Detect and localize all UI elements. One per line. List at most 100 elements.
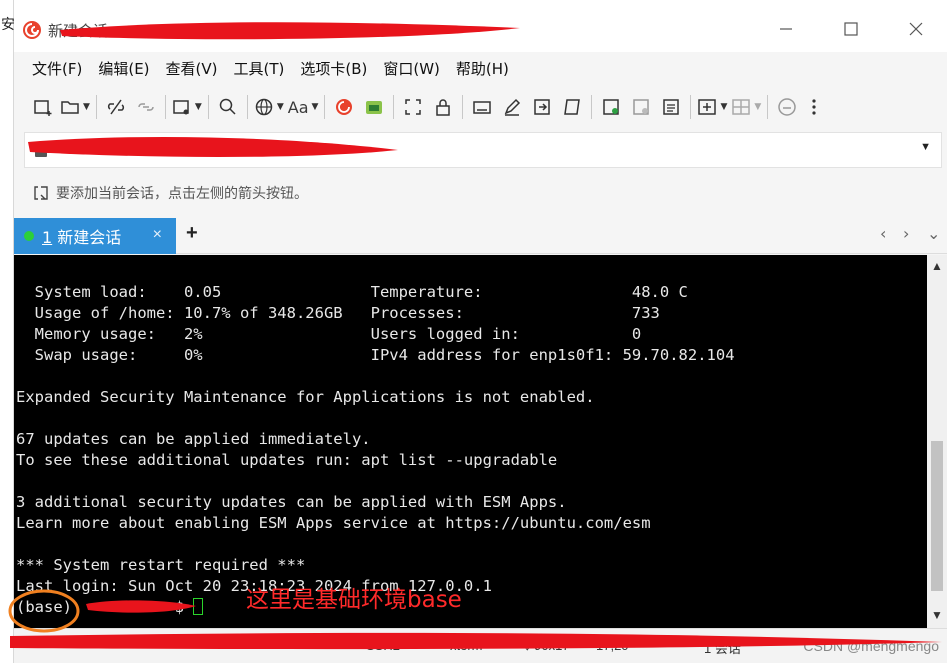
- disconnect-button[interactable]: [103, 93, 129, 121]
- lock-icon: [436, 99, 451, 116]
- terminal-line: Usage of /home: 10.7% of 348.26GB Proces…: [16, 304, 660, 322]
- more-button[interactable]: [804, 93, 824, 121]
- capture-button[interactable]: [628, 93, 654, 121]
- xshell-button[interactable]: [331, 93, 357, 121]
- new-session-icon: [34, 100, 52, 116]
- minimize-button[interactable]: [764, 14, 808, 44]
- compose-button[interactable]: [499, 93, 525, 121]
- encoding-button[interactable]: ▼: [254, 93, 284, 121]
- terminal-area[interactable]: System load: 0.05 Temperature: 48.0 C Us…: [14, 255, 927, 628]
- menu-help[interactable]: 帮助(H): [456, 58, 509, 79]
- new-tab-button[interactable]: ▼: [697, 93, 727, 121]
- keyboard-button[interactable]: [469, 93, 495, 121]
- background-window-edge: 安: [0, 0, 15, 663]
- menu-edit[interactable]: 编辑(E): [98, 58, 149, 79]
- new-session-button[interactable]: [30, 93, 56, 121]
- folder-open-icon: [61, 101, 79, 114]
- status-size: ↕ 90x17: [524, 638, 570, 653]
- address-bar[interactable]: ▼: [24, 132, 942, 168]
- menu-file[interactable]: 文件(F): [32, 58, 82, 79]
- reconnect-button[interactable]: [133, 93, 159, 121]
- minimize-icon: [780, 28, 792, 30]
- menu-view[interactable]: 查看(V): [166, 58, 218, 79]
- notes-button[interactable]: [658, 93, 684, 121]
- tab-scroll-left-button[interactable]: ‹: [880, 224, 886, 243]
- status-protocol: SSH2: [366, 638, 400, 653]
- maximize-icon: [844, 22, 858, 36]
- status-cursor-position: 17,20: [596, 638, 629, 653]
- lock-button[interactable]: [430, 93, 456, 121]
- chevron-down-icon: ▼: [83, 102, 90, 112]
- terminal-line: System load: 0.05 Temperature: 48.0 C: [16, 283, 688, 301]
- toolbar-divider: [393, 95, 395, 119]
- unlink-icon: [107, 99, 124, 115]
- terminal-line: Learn more about enabling ESM Apps servi…: [16, 514, 651, 532]
- keyboard-icon: [473, 101, 492, 114]
- pen-icon: [505, 98, 521, 116]
- login-icon: [534, 99, 551, 115]
- font-button[interactable]: Aa ▼: [288, 93, 319, 121]
- prompt-env: (base): [16, 598, 72, 616]
- toolbar-divider: [207, 95, 209, 119]
- open-session-button[interactable]: ▼: [60, 93, 90, 121]
- menu-bar: 文件(F) 编辑(E) 查看(V) 工具(T) 选项卡(B) 窗口(W) 帮助(…: [14, 52, 947, 84]
- xftp-logo-icon: [366, 101, 383, 114]
- prompt-suffix: $: [165, 598, 194, 616]
- tab-list-button[interactable]: ⌄: [927, 224, 940, 243]
- tab-scroll-right-button[interactable]: ›: [903, 224, 909, 243]
- chevron-down-icon: ▼: [754, 102, 762, 112]
- terminal-line: Memory usage: 2% Users logged in: 0: [16, 325, 642, 343]
- fullscreen-button[interactable]: [400, 93, 426, 121]
- chevron-down-icon: ▼: [720, 102, 728, 112]
- title-bar: 新建会话: [14, 0, 947, 52]
- toolbar: ▼ ▼ ▼ Aa ▼ ▼ ▼: [14, 86, 947, 128]
- find-button[interactable]: [215, 93, 241, 121]
- new-window-button[interactable]: ▼: [172, 93, 202, 121]
- log-button[interactable]: [598, 93, 624, 121]
- close-button[interactable]: [894, 14, 938, 44]
- script-button[interactable]: [559, 93, 585, 121]
- more-vertical-icon: [812, 99, 816, 115]
- toolbar-divider: [95, 95, 97, 119]
- chevron-down-icon[interactable]: ▼: [920, 141, 931, 153]
- toolbar-divider: [324, 95, 326, 119]
- connected-status-icon: [24, 231, 34, 241]
- terminal-output: System load: 0.05 Temperature: 48.0 C Us…: [16, 282, 735, 618]
- scroll-up-icon[interactable]: ▲: [931, 259, 943, 273]
- status-terminal-type: xterm: [450, 638, 483, 653]
- chat-button[interactable]: [774, 93, 800, 121]
- session-hint-bar: 要添加当前会话，点击左侧的箭头按钮。: [14, 172, 947, 214]
- fullscreen-icon: [405, 99, 422, 115]
- close-icon: [909, 22, 923, 36]
- add-session-icon[interactable]: [32, 184, 50, 202]
- font-label: Aa: [287, 97, 309, 117]
- globe-icon: [255, 98, 273, 116]
- chevron-down-icon: ▼: [194, 102, 202, 112]
- screenshot-root: 安 新建会话 文件(F) 编辑(E) 查看(V) 工具(T) 选项卡(B) 窗口…: [0, 0, 947, 663]
- chevron-down-icon: ▼: [276, 102, 284, 112]
- scroll-down-icon[interactable]: ▼: [931, 608, 943, 622]
- tab-bar: 1 新建会话 × + ‹ › ⌄: [14, 216, 947, 254]
- transfer-button[interactable]: [529, 93, 555, 121]
- menu-tools[interactable]: 工具(T): [234, 58, 285, 79]
- menu-tabs[interactable]: 选项卡(B): [300, 58, 367, 79]
- scrollbar-thumb[interactable]: [931, 441, 943, 591]
- chevron-down-icon: ▼: [311, 102, 319, 112]
- toolbar-divider: [246, 95, 248, 119]
- hint-text: 要添加当前会话，点击左侧的箭头按钮。: [56, 186, 308, 202]
- add-tab-button[interactable]: +: [186, 222, 198, 245]
- window-icon: [173, 100, 189, 115]
- terminal-line: 3 additional security updates can be app…: [16, 493, 567, 511]
- csdn-watermark: CSDN @mengmengo: [803, 638, 939, 654]
- tab-label: 1 新建会话: [42, 224, 121, 248]
- capture-icon: [633, 99, 650, 115]
- terminal-scrollbar[interactable]: ▲ ▼: [927, 255, 947, 628]
- tab-new-session[interactable]: 1 新建会话 ×: [14, 218, 176, 254]
- tab-close-icon[interactable]: ×: [153, 226, 162, 244]
- layout-button[interactable]: ▼: [731, 93, 761, 121]
- maximize-button[interactable]: [829, 14, 873, 44]
- menu-window[interactable]: 窗口(W): [383, 58, 440, 79]
- terminal-line: Expanded Security Maintenance for Applic…: [16, 388, 595, 406]
- add-box-icon: [698, 99, 717, 115]
- xftp-button[interactable]: [361, 93, 387, 121]
